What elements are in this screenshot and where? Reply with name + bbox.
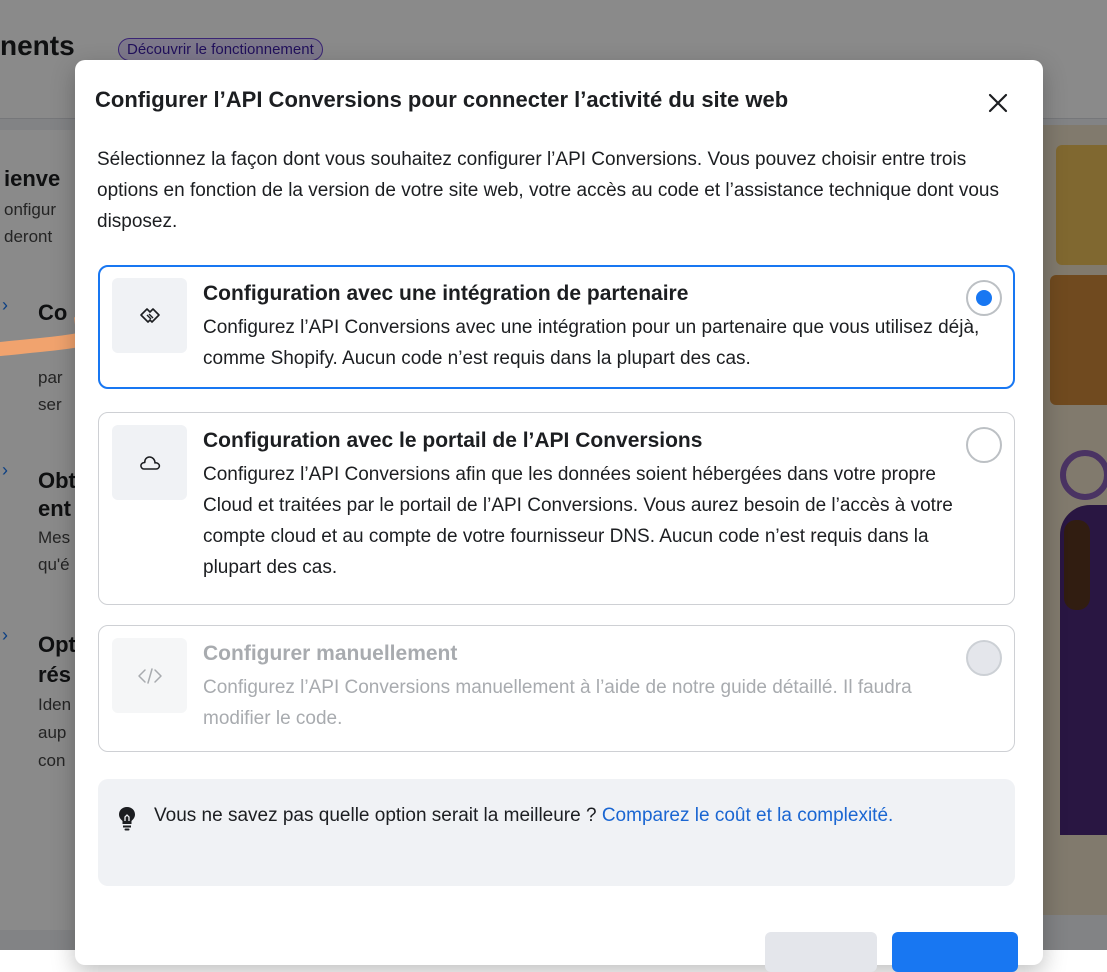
radio-button[interactable] [966, 427, 1002, 463]
configure-api-dialog: Configurer l’API Conversions pour connec… [75, 60, 1043, 972]
radio-dot [976, 290, 992, 306]
code-icon [137, 667, 162, 684]
close-button[interactable] [981, 86, 1015, 120]
dialog-description: Sélectionnez la façon dont vous souhaite… [97, 149, 999, 232]
option-title: Configuration avec le portail de l’API C… [203, 429, 703, 452]
option-description: Configurez l’API Conversions manuellemen… [203, 677, 912, 729]
next-button[interactable] [892, 932, 1018, 972]
handshake-icon [139, 307, 160, 323]
option-title: Configurer manuellement [203, 642, 458, 665]
option-partner-integration[interactable]: Configuration avec une intégration de pa… [98, 265, 1015, 389]
option-conversions-gateway[interactable]: Configuration avec le portail de l’API C… [98, 412, 1015, 605]
option-icon-box [112, 425, 187, 500]
option-icon-box [112, 638, 187, 713]
close-icon [988, 93, 1008, 113]
dialog-title: Configurer l’API Conversions pour connec… [95, 87, 789, 112]
compare-cost-link[interactable]: Comparez le coût et la complexité. [602, 805, 893, 826]
option-title: Configuration avec une intégration de pa… [203, 282, 689, 305]
help-hint-box: Vous ne savez pas quelle option serait l… [98, 779, 1015, 886]
cancel-button[interactable] [765, 932, 877, 972]
lightbulb-icon [119, 807, 135, 831]
radio-button-disabled [966, 640, 1002, 676]
option-description: Configurez l’API Conversions afin que le… [203, 464, 953, 578]
hint-text: Vous ne savez pas quelle option serait l… [154, 800, 974, 831]
option-description: Configurez l’API Conversions avec une in… [203, 317, 980, 369]
cloud-icon [139, 455, 160, 470]
option-manual-setup: Configurer manuellement Configurez l’API… [98, 625, 1015, 752]
option-icon-box [112, 278, 187, 353]
hint-question: Vous ne savez pas quelle option serait l… [154, 805, 602, 826]
radio-button-selected[interactable] [966, 280, 1002, 316]
